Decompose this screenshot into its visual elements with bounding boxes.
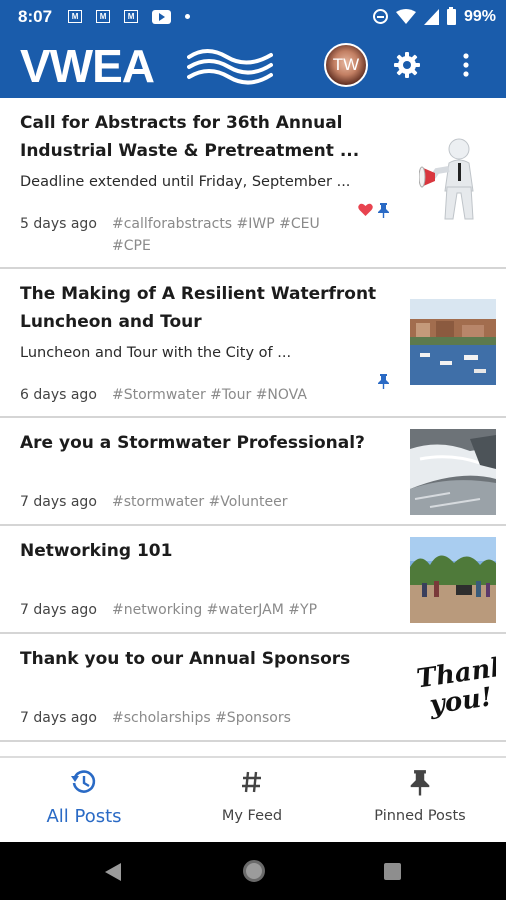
networking-photo-thumbnail [410,537,496,623]
wifi-icon [395,8,416,24]
post-tags: #callforabstracts #IWP #CEU [112,216,320,232]
post-title: Networking 101 [20,541,173,561]
do-not-disturb-icon [372,9,388,24]
post-date: 7 days ago [20,494,97,510]
post-title: Luncheon and Tour [20,312,202,332]
post-tags: #scholarships #Sponsors [112,710,291,726]
settings-gear-icon[interactable] [393,51,421,79]
post-title: Thank you to our Annual Sponsors [20,649,351,669]
post-subtitle: Luncheon and Tour with the City of ... [20,345,292,361]
tab-pinned-posts[interactable]: Pinned Posts [336,758,504,842]
post-tags: #Stormwater #Tour #NOVA [112,387,307,403]
thank-you-thumbnail: Thank you! [410,645,496,731]
post-card[interactable]: Networking 101 7 days ago #networking #w… [0,526,506,634]
status-bar: 8:07 M M M 99% [0,0,506,33]
app-bar: VWEA TW [0,33,506,98]
post-date: 7 days ago [20,710,97,726]
post-title: Call for Abstracts for 36th Annual [20,113,343,133]
heart-icon[interactable] [358,203,373,217]
pin-icon[interactable] [377,202,390,218]
tab-my-feed[interactable]: My Feed [168,758,336,842]
tab-label: All Posts [46,806,122,827]
tab-label: Pinned Posts [374,808,466,824]
post-title: Are you a Stormwater Professional? [20,433,365,453]
hashtag-icon [242,771,261,793]
waterfront-photo-thumbnail [410,299,496,385]
gmail-notification-icon: M [124,10,139,23]
app-logo: VWEA [20,40,155,92]
pin-icon [410,770,430,796]
overflow-menu-icon[interactable] [458,51,474,79]
post-date: 7 days ago [20,602,97,618]
signal-icon [423,8,439,25]
gmail-notification-icon: M [96,10,111,23]
history-icon [71,770,96,793]
youtube-icon [152,9,172,24]
post-subtitle: Deadline extended until Friday, Septembe… [20,174,351,190]
post-title: Industrial Waste & Pretreatment ... [20,141,360,161]
post-title: The Making of A Resilient Waterfront [20,284,377,304]
post-card[interactable]: Call for Abstracts for 36th Annual Indus… [0,98,506,269]
battery-percentage: 99% [463,7,496,25]
back-icon[interactable] [104,862,122,882]
post-date: 6 days ago [20,387,97,403]
post-card[interactable]: Are you a Stormwater Professional? 7 day… [0,418,506,526]
more-notifications-dot-icon [185,14,191,19]
post-tags: #stormwater #Volunteer [112,494,288,510]
battery-icon [446,6,456,25]
post-tags: #CPE [112,238,151,254]
megaphone-figure-thumbnail [419,138,474,220]
logo-waves-icon [187,49,273,85]
stormwater-photo-thumbnail [410,429,496,515]
bottom-navigation: All Posts My Feed Pinned Posts [0,756,506,842]
post-card[interactable]: The Making of A Resilient Waterfront Lun… [0,269,506,418]
post-card[interactable]: Thank you to our Annual Sponsors 7 days … [0,634,506,742]
system-navigation-bar [0,842,506,900]
status-time: 8:07 [18,6,53,26]
pin-icon[interactable] [377,373,390,389]
recent-apps-icon[interactable] [384,863,401,880]
tab-all-posts[interactable]: All Posts [0,758,168,842]
tab-label: My Feed [221,808,283,824]
post-list: Call for Abstracts for 36th Annual Indus… [0,98,506,742]
gmail-notification-icon: M [68,10,83,23]
user-avatar[interactable]: TW [324,43,368,87]
post-tags: #networking #waterJAM #YP [112,602,318,618]
post-date: 5 days ago [20,216,97,232]
home-icon[interactable] [243,860,265,882]
